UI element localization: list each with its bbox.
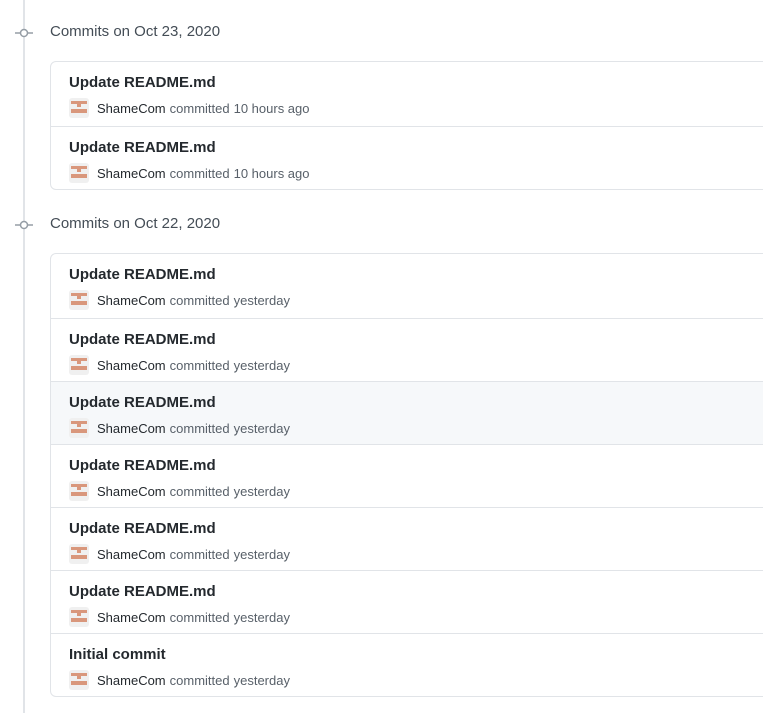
commit-list: Update README.md ShameCom committed yest… xyxy=(50,253,763,697)
commit-message-link[interactable]: Update README.md xyxy=(69,583,216,600)
commit-time: yesterday xyxy=(233,672,290,688)
avatar-icon[interactable] xyxy=(69,290,89,310)
commit-author-link[interactable]: ShameCom xyxy=(97,166,166,181)
commit-time: yesterday xyxy=(233,546,290,562)
commit-message-link[interactable]: Update README.md xyxy=(69,394,216,411)
commit-time: yesterday xyxy=(233,292,290,308)
commit-message-link[interactable]: Update README.md xyxy=(69,139,216,156)
commit-message-link[interactable]: Update README.md xyxy=(69,331,216,348)
commit-time: yesterday xyxy=(233,420,290,436)
avatar-icon[interactable] xyxy=(69,163,89,183)
commit-meta: ShameCom committed 10 hours ago xyxy=(69,163,310,183)
commit-meta: ShameCom committed yesterday xyxy=(69,418,290,438)
commit-meta: ShameCom committed yesterday xyxy=(69,607,290,627)
commit-message-link[interactable]: Initial commit xyxy=(69,646,166,663)
commit-row[interactable]: Update README.md ShameCom committed yest… xyxy=(51,570,763,633)
commit-author-link[interactable]: ShameCom xyxy=(97,673,166,688)
commit-time: 10 hours ago xyxy=(233,165,310,181)
commit-time: yesterday xyxy=(233,609,290,625)
commit-author-link[interactable]: ShameCom xyxy=(97,547,166,562)
commit-verb: committed xyxy=(169,483,230,499)
commit-message-link[interactable]: Update README.md xyxy=(69,520,216,537)
commit-verb: committed xyxy=(169,100,230,116)
commit-row[interactable]: Update README.md ShameCom committed 10 h… xyxy=(51,62,763,126)
commit-message-link[interactable]: Update README.md xyxy=(69,74,216,91)
commit-meta: ShameCom committed yesterday xyxy=(69,290,290,310)
commit-row[interactable]: Update README.md ShameCom committed yest… xyxy=(51,444,763,507)
commit-author-link[interactable]: ShameCom xyxy=(97,293,166,308)
commit-time: 10 hours ago xyxy=(233,100,310,116)
avatar-icon[interactable] xyxy=(69,98,89,118)
commit-author-link[interactable]: ShameCom xyxy=(97,421,166,436)
avatar-icon[interactable] xyxy=(69,418,89,438)
commit-time: yesterday xyxy=(233,357,290,373)
commit-author-link[interactable]: ShameCom xyxy=(97,484,166,499)
commit-row[interactable]: Update README.md ShameCom committed yest… xyxy=(51,254,763,318)
commit-row[interactable]: Initial commit ShameCom committed yester… xyxy=(51,633,763,696)
avatar-icon[interactable] xyxy=(69,544,89,564)
commit-time: yesterday xyxy=(233,483,290,499)
commit-author-link[interactable]: ShameCom xyxy=(97,358,166,373)
commit-group-header: Commits on Oct 23, 2020 xyxy=(0,21,300,45)
avatar-icon[interactable] xyxy=(69,607,89,627)
commit-verb: committed xyxy=(169,609,230,625)
avatar-icon[interactable] xyxy=(69,355,89,375)
commit-author-link[interactable]: ShameCom xyxy=(97,101,166,116)
commit-group-header: Commits on Oct 22, 2020 xyxy=(0,213,300,237)
timeline-line xyxy=(23,0,25,713)
commit-meta: ShameCom committed yesterday xyxy=(69,670,290,690)
commit-row[interactable]: Update README.md ShameCom committed 10 h… xyxy=(51,126,763,189)
avatar-icon[interactable] xyxy=(69,481,89,501)
commit-meta: ShameCom committed yesterday xyxy=(69,544,290,564)
avatar-icon[interactable] xyxy=(69,670,89,690)
commit-verb: committed xyxy=(169,165,230,181)
commit-node-icon xyxy=(15,220,33,230)
commit-meta: ShameCom committed 10 hours ago xyxy=(69,98,310,118)
commit-node-icon xyxy=(15,28,33,38)
commit-meta: ShameCom committed yesterday xyxy=(69,481,290,501)
commit-verb: committed xyxy=(169,292,230,308)
commit-verb: committed xyxy=(169,357,230,373)
commit-list: Update README.md ShameCom committed 10 h… xyxy=(50,61,763,190)
commit-row-hovered[interactable]: Update README.md ShameCom committed yest… xyxy=(51,381,763,444)
commit-author-link[interactable]: ShameCom xyxy=(97,610,166,625)
commit-message-link[interactable]: Update README.md xyxy=(69,457,216,474)
commit-verb: committed xyxy=(169,420,230,436)
commit-meta: ShameCom committed yesterday xyxy=(69,355,290,375)
commit-message-link[interactable]: Update README.md xyxy=(69,266,216,283)
commit-verb: committed xyxy=(169,672,230,688)
commit-row[interactable]: Update README.md ShameCom committed yest… xyxy=(51,507,763,570)
commit-group-title: Commits on Oct 22, 2020 xyxy=(50,215,221,232)
commit-group-title: Commits on Oct 23, 2020 xyxy=(50,23,221,40)
commit-row[interactable]: Update README.md ShameCom committed yest… xyxy=(51,318,763,381)
commit-verb: committed xyxy=(169,546,230,562)
